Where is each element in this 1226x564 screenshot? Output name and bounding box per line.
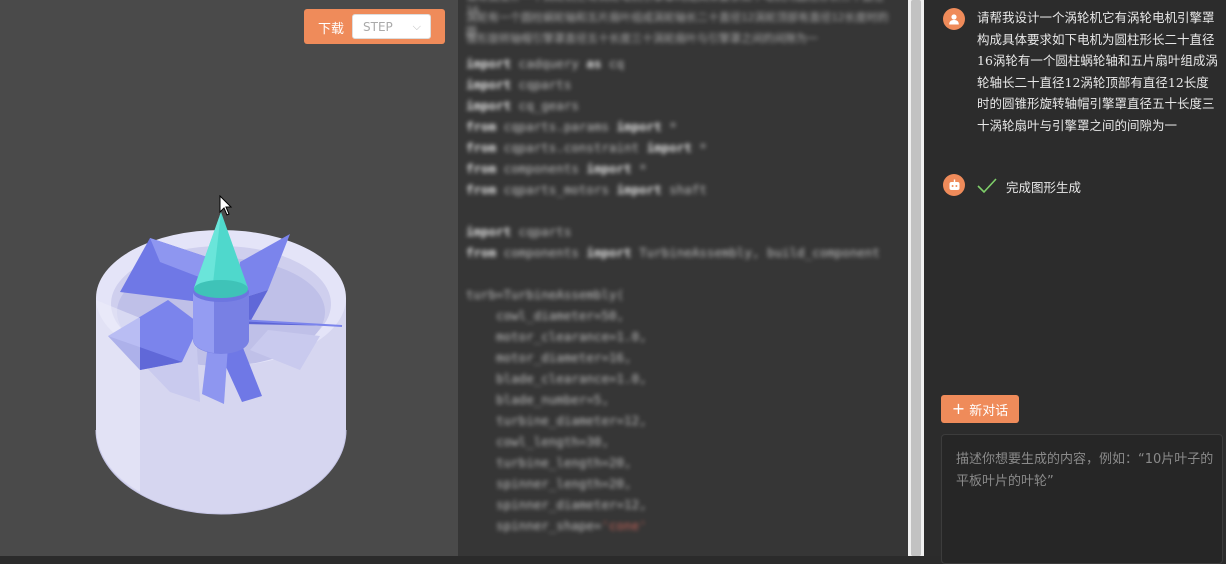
code-line: cowl_length=30,	[466, 431, 896, 452]
code-token: components	[496, 245, 587, 260]
code-token: shaft	[661, 182, 707, 197]
code-token: blade_clearance=1.0,	[466, 371, 647, 386]
code-token: import	[586, 245, 632, 260]
vertical-scrollbar[interactable]	[908, 0, 924, 556]
format-select-value: STEP	[363, 20, 393, 34]
code-token: import	[616, 182, 662, 197]
chevron-down-icon: ⌵	[412, 20, 421, 33]
code-token: from	[466, 161, 497, 176]
code-token: cqparts	[511, 77, 572, 92]
code-token: from	[466, 140, 497, 155]
code-token: import	[466, 56, 512, 71]
code-token: from	[466, 119, 497, 134]
turbine-3d-model[interactable]	[0, 0, 458, 556]
code-line: from cqparts.params import *	[466, 116, 896, 137]
code-token: cadquery	[511, 56, 587, 71]
code-line: import cqparts	[466, 74, 896, 95]
code-line: spinner_length=20,	[466, 473, 896, 494]
code-line: motor_diameter=16,	[466, 347, 896, 368]
code-token: cowl_diameter=50,	[466, 308, 625, 323]
code-token: components	[496, 161, 587, 176]
chat-panel: 请帮我设计一个涡轮机它有涡轮电机引擎罩构成具体要求如下电机为圆柱形长二十直径16…	[924, 0, 1226, 564]
download-toolbar: 下载 STEP ⌵	[304, 9, 445, 44]
code-token: import	[616, 119, 662, 134]
scrollbar-thumb[interactable]	[911, 0, 921, 556]
new-chat-label: 新对话	[969, 403, 1009, 419]
code-line: from cqparts_motors import shaft	[466, 179, 896, 200]
code-line: import cadquery as cq	[466, 53, 896, 74]
code-token: cqparts.params	[496, 119, 617, 134]
download-label[interactable]: 下载	[318, 18, 344, 37]
code-editor[interactable]: 请帮我设计一个涡轮机它有涡轮电机引擎罩构成具体要求如下电机为圆柱形长二十直径16…	[458, 0, 908, 556]
code-line: from components import *	[466, 158, 896, 179]
format-select[interactable]: STEP ⌵	[352, 14, 431, 39]
code-token: spinner_diameter=12,	[466, 497, 647, 512]
code-line: import cqparts	[466, 221, 896, 242]
code-comment-line: 请帮我设计一个涡轮机它有涡轮电机引擎罩构成具体要求如下电机为圆柱形长二十直径16	[466, 0, 884, 17]
prompt-input-placeholder: 描述你想要生成的内容，例如：“10片叶子的平板叶片的叶轮”	[956, 452, 1214, 489]
code-comment-line: 锥形旋转轴帽引擎罩直径五十长度三十涡轮扇叶与引擎罩之间的间隙为一	[466, 32, 818, 45]
code-token: turbine_length=20,	[466, 455, 632, 470]
code-token: blade_number=5,	[466, 392, 609, 407]
user-avatar	[943, 8, 965, 30]
code-content: 请帮我设计一个涡轮机它有涡轮电机引擎罩构成具体要求如下电机为圆柱形长二十直径16…	[466, 0, 896, 536]
code-token: *	[661, 119, 677, 134]
code-token: cq_gears	[511, 98, 579, 113]
code-token: import	[586, 161, 632, 176]
user-icon	[949, 14, 959, 25]
check-icon	[977, 178, 997, 194]
code-token: spinner_length=20,	[466, 476, 632, 491]
code-line: turbine_diameter=12,	[466, 410, 896, 431]
code-token: TurbineAssembly, build_component	[631, 245, 880, 260]
code-token: cqparts_motors	[496, 182, 617, 197]
code-token: turb=TurbineAssembly(	[466, 287, 625, 302]
code-token: import	[466, 224, 512, 239]
code-line: blade_clearance=1.0,	[466, 368, 896, 389]
code-token: *	[631, 161, 647, 176]
code-token: from	[466, 245, 497, 260]
user-message: 请帮我设计一个涡轮机它有涡轮电机引擎罩构成具体要求如下电机为圆柱形长二十直径16…	[977, 10, 1218, 133]
code-line: motor_clearance=1.0,	[466, 326, 896, 347]
status-text: 完成图形生成	[1006, 179, 1082, 195]
code-token: 'cone'	[601, 518, 647, 533]
code-line: blade_number=5,	[466, 389, 896, 410]
new-chat-button[interactable]: + 新对话	[941, 395, 1019, 423]
code-token: cowl_length=30,	[466, 434, 609, 449]
code-token: *	[691, 140, 707, 155]
code-token: cqparts	[511, 224, 572, 239]
robot-icon	[949, 179, 959, 190]
code-token: spinner_shape=	[466, 518, 602, 533]
code-line: turb=TurbineAssembly(	[466, 284, 896, 305]
code-token: cq	[601, 56, 625, 71]
code-line: from cqparts.constraint import *	[466, 137, 896, 158]
prompt-input[interactable]: 描述你想要生成的内容，例如：“10片叶子的平板叶片的叶轮”	[941, 434, 1223, 564]
code-line: import cq_gears	[466, 95, 896, 116]
code-token: motor_diameter=16,	[466, 350, 632, 365]
code-token: import	[646, 140, 692, 155]
code-token: import	[466, 98, 512, 113]
code-line: cowl_diameter=50,	[466, 305, 896, 326]
code-token: motor_clearance=1.0,	[466, 329, 647, 344]
code-line: from components import TurbineAssembly, …	[466, 242, 896, 263]
mouse-cursor-icon	[219, 195, 233, 216]
plus-icon: +	[951, 399, 966, 418]
bot-avatar	[943, 174, 965, 196]
code-token: cqparts.constraint	[496, 140, 647, 155]
code-line: spinner_diameter=12,	[466, 494, 896, 515]
code-token: from	[466, 182, 497, 197]
code-token: turbine_diameter=12,	[466, 413, 647, 428]
code-line: spinner_shape='cone'	[466, 515, 896, 536]
code-line: turbine_length=20,	[466, 452, 896, 473]
code-token: import	[466, 77, 512, 92]
code-comment-line: 涡轮有一个圆柱蜗轮轴和五片扇叶组成涡轮轴长二十直径12涡轮顶部有直径12长度时的…	[466, 11, 889, 38]
code-token: as	[586, 56, 602, 71]
status-row: 完成图形生成	[976, 175, 1081, 197]
model-viewer[interactable]: 下载 STEP ⌵	[0, 0, 458, 556]
